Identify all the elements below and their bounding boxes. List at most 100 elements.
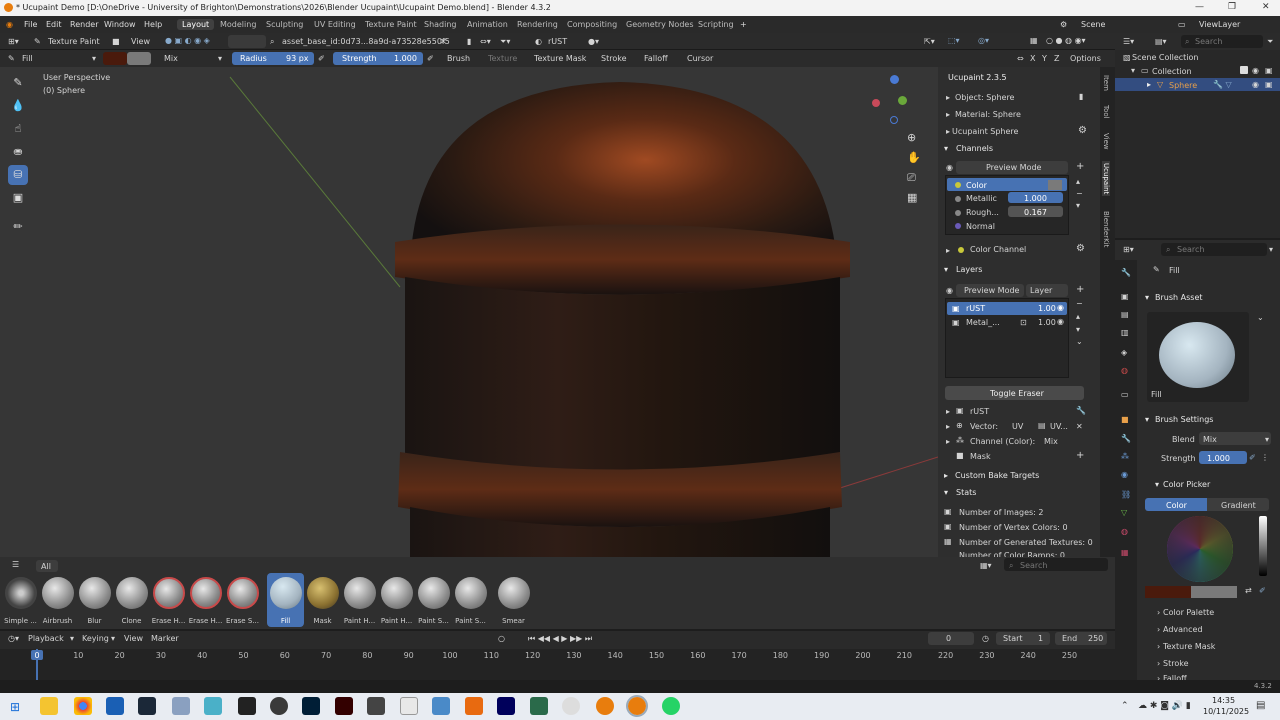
- tab-modeling[interactable]: Modeling: [215, 19, 261, 30]
- gizmo-toggle-icon[interactable]: ⬚▾: [948, 36, 960, 45]
- brush-asset-item[interactable]: Smear: [495, 577, 532, 629]
- modifier-tab-icon[interactable]: 🔧: [1121, 434, 1131, 443]
- secondary-color-swatch[interactable]: [127, 52, 151, 65]
- app-icon[interactable]: [204, 697, 222, 715]
- vector-expander[interactable]: ▸: [946, 422, 950, 431]
- brush-asset-item[interactable]: Paint S...: [452, 577, 489, 629]
- app-icon[interactable]: [530, 697, 548, 715]
- brush-asset-item[interactable]: Blur: [76, 577, 113, 629]
- gizmo-z-axis[interactable]: [890, 75, 899, 84]
- custom-bake-expander[interactable]: ▸: [944, 471, 948, 480]
- layer-opacity-metal[interactable]: 1.00: [1038, 318, 1056, 327]
- viewport-visibility-icon[interactable]: ⇱▾: [924, 37, 935, 46]
- tray-icons[interactable]: ☁ ✱ ◙ 🔊 ▮: [1138, 701, 1191, 711]
- scene-tab-icon[interactable]: ◈: [1121, 348, 1127, 357]
- collection-checkbox[interactable]: [1240, 66, 1248, 76]
- tab-view[interactable]: View: [1102, 133, 1110, 150]
- blender-menu-icon[interactable]: ◉: [6, 20, 13, 29]
- brush-asset-item[interactable]: Clone: [113, 577, 150, 629]
- brush-asset-expander[interactable]: ▾: [1145, 293, 1149, 302]
- xray-icon[interactable]: ▦: [1030, 36, 1038, 45]
- collection-label[interactable]: Collection: [1152, 67, 1192, 76]
- channel-blend-dropdown[interactable]: Mix: [1044, 437, 1058, 446]
- app-icon[interactable]: [367, 697, 385, 715]
- object-eye-icon[interactable]: ◉: [1252, 80, 1259, 89]
- blend-dropdown-icon[interactable]: ▾: [218, 54, 222, 63]
- axis-y-toggle[interactable]: Y: [1042, 54, 1047, 63]
- minimize-icon[interactable]: —: [1195, 2, 1204, 12]
- tab-geometry-nodes[interactable]: Geometry Nodes: [621, 19, 698, 30]
- menu-edit[interactable]: Edit: [46, 20, 62, 29]
- object-tab-icon[interactable]: ■: [1121, 415, 1129, 424]
- stroke-menu[interactable]: Stroke: [601, 54, 627, 63]
- browser-icon[interactable]: [106, 697, 124, 715]
- world-tab-icon[interactable]: ◍: [1121, 366, 1128, 375]
- menu-help[interactable]: Help: [144, 20, 162, 29]
- layer-visible-eye-icon[interactable]: ◉: [1057, 303, 1064, 312]
- layer-props-expander[interactable]: ▸: [946, 407, 950, 416]
- brush-selector[interactable]: Fill: [22, 54, 33, 63]
- annotate-tool-icon[interactable]: ✏: [8, 217, 28, 237]
- falloff-menu[interactable]: Falloff: [644, 54, 668, 63]
- asset-clear-icon[interactable]: ✕: [440, 37, 447, 46]
- stroke-header[interactable]: Stroke: [1163, 659, 1189, 668]
- falloff-header[interactable]: Falloff: [1163, 674, 1187, 680]
- app-icon[interactable]: [238, 697, 256, 715]
- playback-menu[interactable]: Playback: [28, 634, 64, 643]
- properties-editor-icon[interactable]: ⊞▾: [1123, 245, 1134, 254]
- camera-view-icon[interactable]: ⎚: [907, 171, 916, 185]
- brush-asset-item[interactable]: Paint H...: [341, 577, 378, 629]
- strength-pressure-icon[interactable]: ✐: [427, 54, 434, 63]
- tab-layout[interactable]: Layout: [177, 19, 215, 30]
- chrome-icon[interactable]: [74, 697, 92, 715]
- keying-dropdown-icon[interactable]: ▾: [111, 634, 115, 643]
- filter-icon[interactable]: ⏷▾: [500, 37, 510, 47]
- stroke-expander[interactable]: ›: [1157, 659, 1160, 668]
- menu-window[interactable]: Window: [104, 20, 136, 29]
- custom-bake-targets-header[interactable]: Custom Bake Targets: [955, 471, 1039, 480]
- fill-tool-icon[interactable]: ⛁: [8, 165, 28, 185]
- tray-overflow-icon[interactable]: ⌃: [1121, 701, 1129, 711]
- soften-tool-icon[interactable]: 💧: [8, 96, 28, 116]
- editor-type-icon[interactable]: ⊞▾: [8, 37, 19, 46]
- active-layer-selector[interactable]: rUST: [548, 37, 567, 46]
- layer-menu-icon[interactable]: ⌄: [1076, 337, 1083, 346]
- channel-color-expander[interactable]: ▸: [946, 437, 950, 446]
- color-channel-label[interactable]: Color Channel: [970, 245, 1026, 254]
- color-palette-expander[interactable]: ›: [1157, 608, 1160, 617]
- asset-id-field[interactable]: asset_base_id:0d73...8a9d-a73528e550f5: [282, 37, 450, 46]
- texture-panel-menu[interactable]: Texture: [488, 54, 517, 63]
- tab-rendering[interactable]: Rendering: [512, 19, 563, 30]
- brush-asset-item[interactable]: Paint S...: [415, 577, 452, 629]
- brush-asset-browse-icon[interactable]: ⌄: [1257, 313, 1264, 322]
- constraints-tab-icon[interactable]: ⛓: [1121, 490, 1131, 499]
- channel-color-swatch[interactable]: [1048, 180, 1062, 190]
- vector-clear-icon[interactable]: ✕: [1076, 422, 1083, 431]
- properties-dropdown-icon[interactable]: ▾: [1269, 245, 1273, 254]
- layers-header[interactable]: Layers: [956, 265, 982, 274]
- grid-view-icon[interactable]: ▦: [907, 191, 917, 204]
- tab-shading[interactable]: Shading: [419, 19, 462, 30]
- output-tab-icon[interactable]: ▤: [1121, 310, 1129, 319]
- view-menu[interactable]: View: [131, 37, 150, 46]
- blend-mode-dropdown[interactable]: Mix: [164, 54, 178, 63]
- texture-tab-icon[interactable]: ▦: [1121, 548, 1129, 557]
- app-icon[interactable]: [432, 697, 450, 715]
- brush-asset-item[interactable]: Paint H...: [378, 577, 415, 629]
- falloff-expander[interactable]: ›: [1157, 674, 1160, 680]
- color-picker-header[interactable]: Color Picker: [1163, 480, 1210, 489]
- mask-toggle-icon[interactable]: ■: [112, 37, 120, 46]
- playback-dropdown-icon[interactable]: ▾: [70, 634, 74, 643]
- layer-remove-icon[interactable]: −: [1076, 299, 1083, 308]
- ucupaint-tree-label[interactable]: Ucupaint Sphere: [952, 127, 1018, 136]
- menu-file[interactable]: File: [24, 20, 37, 29]
- mode-selector[interactable]: Texture Paint: [48, 37, 100, 46]
- material-tab-icon[interactable]: ◍: [1121, 527, 1128, 536]
- gizmo-neg-z-axis[interactable]: [890, 116, 898, 124]
- layer-move-down-icon[interactable]: ▾: [1076, 325, 1080, 334]
- brush-asset-item[interactable]: Simple ...: [2, 577, 39, 629]
- asset-shelf-view-icon[interactable]: ▦▾: [980, 561, 992, 570]
- brush-dropdown-icon[interactable]: ▾: [92, 54, 96, 63]
- stats-expander[interactable]: ▾: [944, 488, 948, 497]
- channel-remove-icon[interactable]: −: [1076, 189, 1083, 198]
